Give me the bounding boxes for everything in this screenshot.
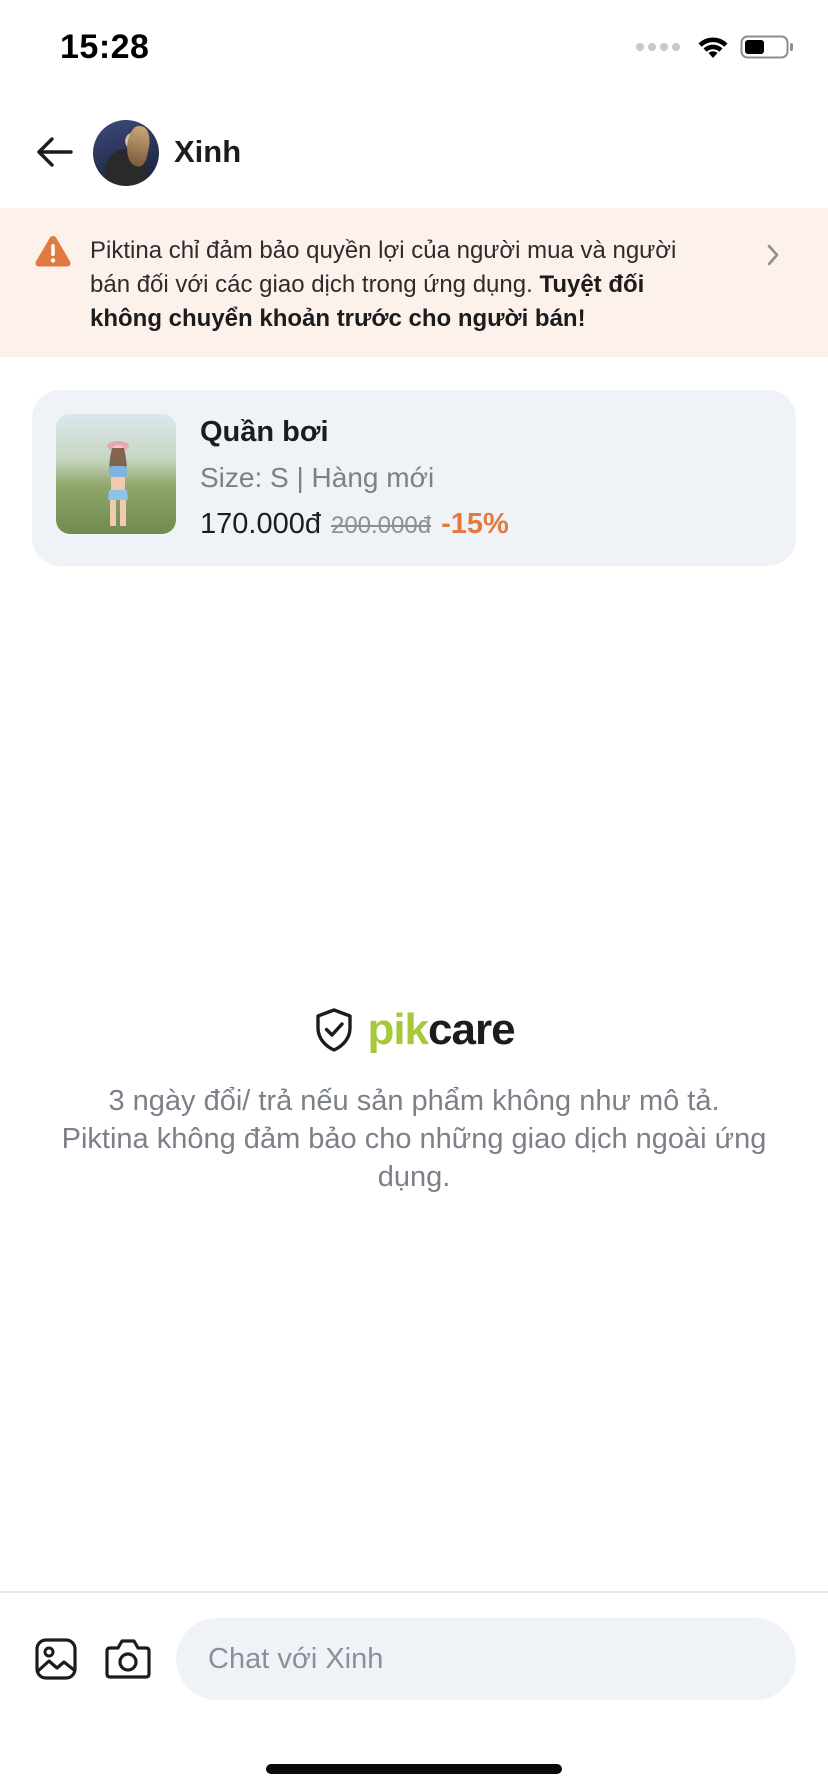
warning-triangle-icon [35,236,71,267]
chevron-right-icon [767,244,779,266]
warning-text: Piktina chỉ đảm bảo quyền lợi của người … [90,234,710,336]
status-icons [636,34,794,60]
composer-divider [0,1591,828,1593]
image-icon [35,1638,77,1680]
cellular-signal-icon [636,43,680,51]
pikcare-wordmark: pikcare [367,1005,516,1055]
product-title: Quần bơi [200,416,329,448]
wifi-icon [698,37,728,58]
pikcare-description: 3 ngày đổi/ trả nếu sản phẩm không như m… [0,1082,828,1196]
pikcare-line-1: 3 ngày đổi/ trả nếu sản phẩm không như m… [108,1085,720,1117]
camera-button[interactable] [104,1636,152,1682]
back-button[interactable] [32,130,76,174]
price-current: 170.000đ [200,508,321,540]
chat-header: Xinh [0,100,828,206]
gallery-button[interactable] [34,1637,78,1681]
product-thumbnail [56,414,176,534]
pikcare-wordmark-pik: pik [367,1005,429,1054]
battery-icon [740,35,793,59]
product-card[interactable]: Quần bơi Size: S | Hàng mới 170.000đ 200… [32,390,796,566]
product-price-row: 170.000đ 200.000đ -15% [200,508,509,541]
avatar[interactable] [93,120,159,186]
contact-name[interactable]: Xinh [174,134,241,170]
safety-warning-banner[interactable]: Piktina chỉ đảm bảo quyền lợi của người … [0,208,828,357]
price-original: 200.000đ [330,512,432,539]
pikcare-line-2: Piktina không đảm bảo cho những giao dịc… [61,1123,767,1193]
pikcare-logo: pikcare [313,1000,516,1060]
product-meta: Size: S | Hàng mới [200,462,435,493]
status-bar: 15:28 [0,0,828,100]
camera-icon [105,1639,151,1679]
shield-check-icon [316,1008,353,1052]
product-photo-figure [107,441,129,526]
chat-message-input[interactable] [176,1618,796,1700]
arrow-left-icon [37,137,73,167]
home-indicator [266,1764,562,1774]
pikcare-info: pikcare 3 ngày đổi/ trả nếu sản phẩm khô… [0,1000,828,1196]
pikcare-wordmark-care: care [428,1005,516,1054]
discount-badge: -15% [441,508,509,540]
status-time: 15:28 [60,28,150,66]
